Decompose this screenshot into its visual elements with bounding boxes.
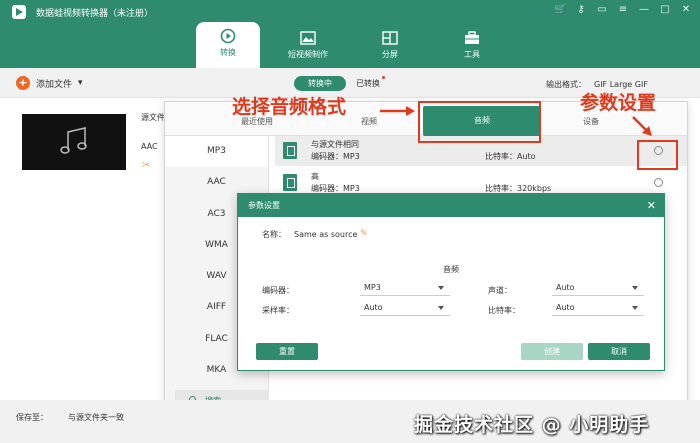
maximize-icon[interactable]: □ <box>659 4 671 15</box>
toolbox-icon <box>465 31 479 44</box>
encoder-select[interactable]: MP3 <box>360 280 450 296</box>
bottom-bar: 保存至： 与源文件夹一致 掘金技术社区 @ 小明助手 <box>0 400 700 443</box>
tab-device[interactable]: 设备 <box>583 116 599 127</box>
bitrate-label: 比特率： <box>488 306 520 315</box>
conversion-status-toggle: 转换中 已转换 <box>294 76 385 91</box>
save-to-label: 保存至： <box>16 413 48 422</box>
encoder-label: 编码器： <box>262 286 294 295</box>
create-button[interactable]: 创建 <box>521 343 583 360</box>
window-controls: 🛒 ⚷ ▭ ≡ — □ ✕ <box>554 4 692 15</box>
tab-short-video[interactable]: 短视频制作 <box>276 24 340 68</box>
main-toolbar: 转换 短视频制作 分屏 工具 <box>0 22 700 68</box>
source-file-label: 源文件 <box>141 113 165 122</box>
convert-icon <box>220 28 236 44</box>
tab-split-screen-label: 分屏 <box>382 50 398 59</box>
channel-select[interactable]: Auto <box>552 280 644 296</box>
tab-short-video-label: 短视频制作 <box>288 50 328 59</box>
preset-name-field: 名称： Same as source <box>262 229 357 240</box>
save-to-value[interactable]: 与源文件夹一致 <box>68 413 124 422</box>
split-screen-icon <box>382 31 398 45</box>
tab-convert-label: 转换 <box>220 48 236 57</box>
converted-tab[interactable]: 已转换 <box>356 76 385 89</box>
reset-button[interactable]: 重置 <box>256 343 318 360</box>
tab-tools-label: 工具 <box>464 50 480 59</box>
close-icon[interactable]: ✕ <box>680 4 692 15</box>
audio-file-icon <box>283 142 297 159</box>
audio-file-icon <box>283 174 297 191</box>
preset-name: 高 <box>311 172 319 181</box>
channel-label: 声道： <box>488 286 512 295</box>
audio-section-title: 音频 <box>443 265 459 274</box>
converting-tab[interactable]: 转换中 <box>294 76 346 91</box>
watermark: 掘金技术社区 @ 小明助手 <box>414 414 650 436</box>
dialog-header: 参数设置 ✕ <box>238 194 664 217</box>
cart-icon[interactable]: 🛒 <box>554 4 566 15</box>
name-value[interactable]: Same as source <box>294 230 357 239</box>
tab-video[interactable]: 视频 <box>361 116 377 127</box>
window-title: 数据蛙视频转换器（未注册） <box>36 8 154 19</box>
annotation-highlight-gear <box>637 140 678 170</box>
parameter-settings-dialog: 参数设置 ✕ 名称： Same as source ✎ 音频 编码器： MP3 声… <box>237 193 665 371</box>
add-file-button[interactable]: + 添加文件 ▾ <box>16 76 83 90</box>
gear-icon[interactable] <box>654 178 663 187</box>
dialog-title: 参数设置 <box>248 201 280 210</box>
preset-encoder: 编码器：MP3 <box>311 152 360 161</box>
title-bar: 数据蛙视频转换器（未注册） 🛒 ⚷ ▭ ≡ — □ ✕ <box>0 0 700 24</box>
cancel-button[interactable]: 取消 <box>588 343 650 360</box>
file-codec: AAC <box>141 142 158 151</box>
chat-icon[interactable]: ▭ <box>596 4 608 15</box>
menu-icon[interactable]: ≡ <box>617 4 629 15</box>
close-icon[interactable]: ✕ <box>647 194 656 217</box>
pencil-icon[interactable]: ✎ <box>360 229 368 239</box>
tab-split-screen[interactable]: 分屏 <box>358 24 422 68</box>
samplerate-label: 采样率： <box>262 306 294 315</box>
edit-icon[interactable]: ✂ <box>142 160 150 171</box>
name-label: 名称： <box>262 230 286 239</box>
annotation-select-format: 选择音频格式 <box>232 96 347 118</box>
annotation-param-settings: 参数设置 <box>580 92 657 114</box>
add-file-label: 添加文件 <box>36 79 73 90</box>
save-location: 保存至： 与源文件夹一致 <box>16 412 124 423</box>
annotation-arrow-icon <box>380 106 415 116</box>
preset-bitrate: 比特率：Auto <box>485 152 536 161</box>
app-logo-icon <box>12 5 26 19</box>
format-item[interactable]: MP3 <box>165 136 268 168</box>
annotation-arrow-icon <box>632 116 652 136</box>
dropdown-arrow-icon[interactable]: ▾ <box>78 78 83 88</box>
preset-name: 与源文件相同 <box>311 140 359 149</box>
samplerate-select[interactable]: Auto <box>360 300 450 316</box>
file-thumbnail[interactable] <box>22 114 126 170</box>
tab-tools[interactable]: 工具 <box>440 24 504 68</box>
image-icon <box>300 31 316 45</box>
minimize-icon[interactable]: — <box>638 4 650 15</box>
bitrate-select[interactable]: Auto <box>552 300 644 316</box>
music-note-icon <box>60 127 87 154</box>
tab-convert[interactable]: 转换 <box>196 22 260 68</box>
annotation-highlight-audio-tab <box>418 101 541 143</box>
key-icon[interactable]: ⚷ <box>575 4 587 15</box>
plus-icon: + <box>16 76 30 90</box>
